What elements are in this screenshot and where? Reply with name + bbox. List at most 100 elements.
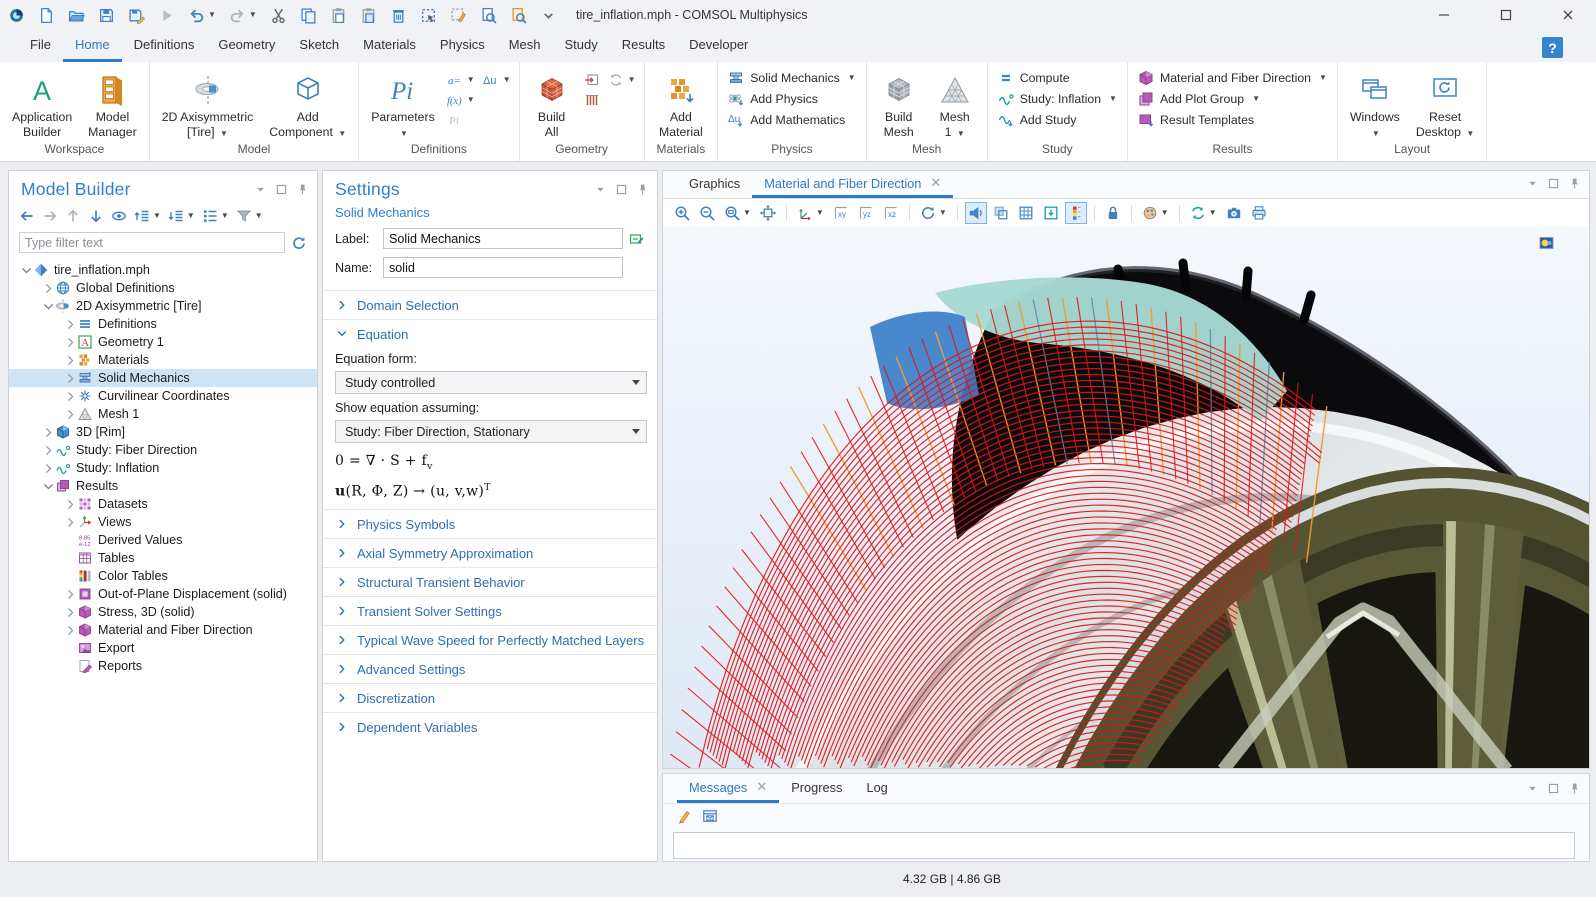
copy-button[interactable]	[300, 7, 317, 24]
doc-search-alt-button[interactable]	[510, 7, 527, 24]
expander-closed-icon[interactable]	[63, 336, 77, 349]
rename-button[interactable]	[629, 231, 645, 247]
messages-console[interactable]	[673, 832, 1575, 859]
expander-closed-icon[interactable]	[63, 408, 77, 421]
material-fiber-direction-button[interactable]: Material and Fiber Direction▼	[1138, 70, 1327, 86]
tree-item-views[interactable]: Views	[9, 513, 317, 531]
expander-closed-icon[interactable]	[63, 390, 77, 403]
tree-item-study-inflation[interactable]: Study: Inflation	[9, 459, 317, 477]
tree-item-2d-axisymmetric-tire-[interactable]: 2D Axisymmetric [Tire]	[9, 297, 317, 315]
expander-closed-icon[interactable]	[63, 318, 77, 331]
expander-closed-icon[interactable]	[63, 588, 77, 601]
menu-tab-study[interactable]: Study	[553, 30, 610, 62]
down-button[interactable]	[88, 208, 104, 224]
tree-item-results[interactable]: Results	[9, 477, 317, 495]
tree-item-solid-mechanics[interactable]: Solid Mechanics	[9, 369, 317, 387]
expander-closed-icon[interactable]	[63, 516, 77, 529]
import-geometry-button[interactable]	[584, 72, 600, 88]
compute-button[interactable]: Compute	[998, 70, 1117, 86]
menu-tab-materials[interactable]: Materials	[351, 30, 428, 62]
tree-item-material-and-fiber-direction[interactable]: Material and Fiber Direction	[9, 621, 317, 639]
view-yz-button[interactable]: yz	[855, 202, 877, 224]
expander-closed-icon[interactable]	[63, 354, 77, 367]
menu-tab-definitions[interactable]: Definitions	[122, 30, 207, 62]
mesh-1-button[interactable]: Mesh1 ▼	[927, 64, 983, 140]
forward-button[interactable]	[42, 208, 58, 224]
messages-tab-messages[interactable]: Messages✕	[677, 774, 779, 803]
section-header[interactable]: Equation	[323, 320, 657, 348]
up-button[interactable]	[65, 208, 81, 224]
menu-tab-geometry[interactable]: Geometry	[206, 30, 287, 62]
section-header[interactable]: Structural Transient Behavior	[323, 568, 657, 596]
lock-axis-button[interactable]	[1102, 202, 1124, 224]
view-xy-button[interactable]: xy	[830, 202, 852, 224]
add-mathematics-button[interactable]: ΔuAdd Mathematics	[728, 112, 855, 128]
expander-closed-icon[interactable]	[63, 624, 77, 637]
show-button[interactable]	[111, 208, 127, 224]
zoom-out-button[interactable]	[696, 202, 718, 224]
help-button[interactable]: ?	[1542, 37, 1563, 58]
menu-tab-results[interactable]: Results	[610, 30, 677, 62]
section-header[interactable]: Domain Selection	[323, 291, 657, 319]
result-templates-button[interactable]: Result Templates	[1138, 112, 1327, 128]
expander-closed-icon[interactable]	[41, 462, 55, 475]
section-header[interactable]: Dependent Variables	[323, 713, 657, 741]
label-field[interactable]: Solid Mechanics	[383, 228, 623, 249]
axisymmetric-button[interactable]: 2D Axisymmetric[Tire] ▼	[154, 64, 262, 140]
open-file-button[interactable]	[68, 7, 85, 24]
corner-pin-button[interactable]	[296, 183, 309, 199]
new-file-button[interactable]	[38, 7, 55, 24]
tree-item-tables[interactable]: Tables	[9, 549, 317, 567]
corner-float-button[interactable]	[275, 183, 288, 199]
scene-light-button[interactable]	[965, 202, 987, 224]
app-logo-button[interactable]	[8, 7, 25, 24]
expand-button[interactable]: ▼	[168, 208, 195, 224]
tree-item-global-definitions[interactable]: Global Definitions	[9, 279, 317, 297]
save-file-button[interactable]	[98, 7, 115, 24]
corner-pin-button[interactable]	[1568, 177, 1581, 193]
tree-item-mesh-1[interactable]: Mesh 1	[9, 405, 317, 423]
model-tree-nodes-button[interactable]: ▼	[202, 208, 229, 224]
tree-item-definitions[interactable]: Definitions	[9, 315, 317, 333]
expander-closed-icon[interactable]	[63, 372, 77, 385]
application-builder-button[interactable]: AApplicationBuilder	[4, 64, 80, 140]
corner-pin-button[interactable]	[1568, 782, 1581, 798]
corner-float-button[interactable]	[1547, 177, 1560, 193]
transparency-button[interactable]	[990, 202, 1012, 224]
corner-pin-button[interactable]	[636, 183, 649, 199]
pi-disabled-button[interactable]: Pi	[447, 112, 475, 128]
tree-item-geometry-1[interactable]: AGeometry 1	[9, 333, 317, 351]
tree-item-stress-3d-solid-[interactable]: Stress, 3D (solid)	[9, 603, 317, 621]
tree-item-datasets[interactable]: Datasets	[9, 495, 317, 513]
tree-item-out-of-plane-displacement-solid-[interactable]: Out-of-Plane Displacement (solid)	[9, 585, 317, 603]
update-plot-button[interactable]: ▼	[1187, 202, 1220, 224]
environment-button[interactable]: ▼	[1139, 202, 1172, 224]
collapse-button[interactable]: ▼	[134, 208, 161, 224]
tree-item-color-tables[interactable]: Color Tables	[9, 567, 317, 585]
messages-tab-progress[interactable]: Progress	[779, 774, 854, 803]
expander-open-icon[interactable]	[41, 300, 55, 313]
menu-tab-mesh[interactable]: Mesh	[497, 30, 553, 62]
section-header[interactable]: Physics Symbols	[323, 510, 657, 538]
tree-item-derived-values[interactable]: 8.85e-12Derived Values	[9, 531, 317, 549]
plot-in-window-button[interactable]	[1040, 202, 1062, 224]
delete-button[interactable]	[390, 7, 407, 24]
select-box-button[interactable]	[420, 7, 437, 24]
section-header[interactable]: Typical Wave Speed for Perfectly Matched…	[323, 626, 657, 654]
expander-closed-icon[interactable]	[41, 426, 55, 439]
graphics-tab-graphics[interactable]: Graphics	[677, 171, 752, 198]
tree-item-materials[interactable]: Materials	[9, 351, 317, 369]
close-button[interactable]	[1548, 0, 1588, 30]
filter-input[interactable]: Type filter text	[19, 232, 285, 253]
color-legend-button[interactable]	[1065, 202, 1087, 224]
menu-tab-developer[interactable]: Developer	[677, 30, 760, 62]
cut-button[interactable]	[270, 7, 287, 24]
zoom-in-button[interactable]	[671, 202, 693, 224]
minimize-button[interactable]	[1424, 0, 1464, 30]
reset-desktop-button[interactable]: ResetDesktop ▼	[1408, 64, 1482, 140]
tree-item-3d-rim-[interactable]: 3D [Rim]	[9, 423, 317, 441]
expander-closed-icon[interactable]	[41, 282, 55, 295]
messages-tab-log[interactable]: Log	[854, 774, 899, 803]
close-tab-icon[interactable]: ✕	[756, 779, 767, 795]
section-header[interactable]: Advanced Settings	[323, 655, 657, 683]
